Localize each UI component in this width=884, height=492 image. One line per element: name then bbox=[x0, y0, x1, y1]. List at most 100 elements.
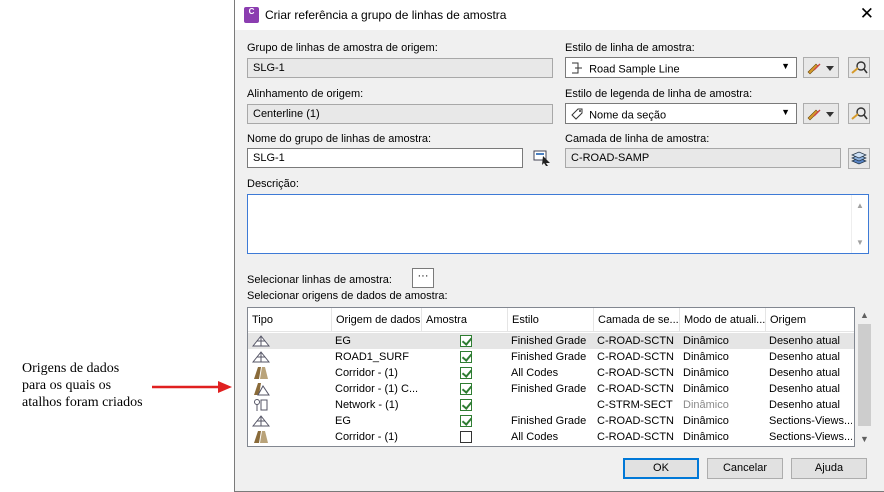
layer-select-button[interactable] bbox=[848, 148, 870, 169]
cell-source: EG bbox=[335, 415, 351, 427]
source-group-field: SLG-1 bbox=[247, 58, 553, 78]
sample-line-style-edit-button[interactable] bbox=[803, 57, 839, 78]
cell-mode: Dinâmico bbox=[683, 351, 729, 363]
table-row[interactable]: ROAD1_SURF Finished Grade C-ROAD-SCTN Dinâm… bbox=[248, 349, 854, 365]
cell-source: EG bbox=[335, 335, 351, 347]
source-alignment-field: Centerline (1) bbox=[247, 104, 553, 124]
cell-origin: Desenho atual bbox=[769, 399, 840, 411]
cell-layer: C-ROAD-SCTN bbox=[597, 383, 674, 395]
cell-style: Finished Grade bbox=[511, 415, 587, 427]
select-lines-label: Selecionar linhas de amostra: bbox=[247, 274, 392, 286]
column-header-layer[interactable]: Camada de se... bbox=[594, 308, 680, 332]
cell-origin: Desenho atual bbox=[769, 383, 840, 395]
column-header-update-mode[interactable]: Modo de atuali... bbox=[680, 308, 766, 332]
create-reference-dialog: C Criar referência a grupo de linhas de … bbox=[234, 0, 884, 492]
cell-mode: Dinâmico bbox=[683, 399, 729, 411]
cell-mode: Dinâmico bbox=[683, 335, 729, 347]
sample-checkbox[interactable] bbox=[460, 431, 472, 443]
chevron-down-icon: ▼ bbox=[781, 107, 790, 117]
group-name-label: Nome do grupo de linhas de amostra: bbox=[247, 133, 432, 145]
sample-checkbox[interactable] bbox=[460, 415, 472, 427]
ok-button[interactable]: OK bbox=[623, 458, 699, 479]
sample-checkbox[interactable] bbox=[460, 335, 472, 347]
column-header-style[interactable]: Estilo bbox=[508, 308, 594, 332]
corridor-icon bbox=[252, 430, 270, 446]
table-row[interactable]: Corridor - (1) All Codes C-ROAD-SCTN Dinâmi… bbox=[248, 429, 854, 445]
description-scrollbar[interactable]: ▲ ▼ bbox=[851, 195, 868, 253]
sample-checkbox[interactable] bbox=[460, 383, 472, 395]
source-group-label: Grupo de linhas de amostra de origem: bbox=[247, 42, 438, 54]
edit-style-icon bbox=[807, 63, 834, 75]
cell-origin: Desenho atual bbox=[769, 351, 840, 363]
sample-line-style-label: Estilo de linha de amostra: bbox=[565, 42, 695, 54]
data-sources-table: Tipo Origem de dados Amostra Estilo Cama… bbox=[247, 307, 855, 447]
cell-layer: C-ROAD-SCTN bbox=[597, 431, 674, 443]
close-icon[interactable]: ✕ bbox=[860, 4, 874, 24]
sample-checkbox[interactable] bbox=[460, 367, 472, 379]
table-row[interactable]: EG Finished Grade C-ROAD-SCTN Dinâmico Desen… bbox=[248, 333, 854, 349]
label-style-icon bbox=[570, 107, 586, 124]
sample-line-style-value: Road Sample Line bbox=[589, 63, 680, 76]
table-row[interactable]: Corridor - (1) All Codes C-ROAD-SCTN Dinâmi… bbox=[248, 365, 854, 381]
table-scrollbar[interactable]: ▲ ▼ bbox=[856, 308, 873, 446]
annotation-line-3: atalhos foram criados bbox=[22, 395, 143, 410]
column-header-sample[interactable]: Amostra bbox=[422, 308, 508, 332]
label-style-edit-button[interactable] bbox=[803, 103, 839, 124]
cell-origin: Sections-Views... bbox=[769, 415, 852, 427]
layer-field: C-ROAD-SAMP bbox=[565, 148, 841, 168]
cell-origin: Desenho atual bbox=[769, 367, 840, 379]
layer-label: Camada de linha de amostra: bbox=[565, 133, 710, 145]
cell-mode: Dinâmico bbox=[683, 415, 729, 427]
cell-layer: C-STRM-SECT bbox=[597, 399, 673, 411]
group-name-input[interactable]: SLG-1 bbox=[247, 148, 523, 168]
cell-style: Finished Grade bbox=[511, 335, 587, 347]
cell-source: Corridor - (1) bbox=[335, 431, 398, 443]
cell-mode: Dinâmico bbox=[683, 367, 729, 379]
cell-origin: Desenho atual bbox=[769, 335, 840, 347]
help-button[interactable]: Ajuda bbox=[791, 458, 867, 479]
source-alignment-label: Alinhamento de origem: bbox=[247, 88, 364, 100]
layers-icon bbox=[851, 151, 867, 165]
magnifier-icon bbox=[851, 61, 868, 74]
scroll-thumb[interactable] bbox=[858, 324, 871, 426]
scroll-up-icon[interactable]: ▲ bbox=[860, 310, 869, 320]
pick-from-drawing-icon bbox=[533, 150, 550, 166]
app-icon-letter: C bbox=[248, 7, 255, 16]
label-style-browse-button[interactable] bbox=[848, 103, 870, 124]
cell-layer: C-ROAD-SCTN bbox=[597, 335, 674, 347]
description-textarea[interactable]: ▲ ▼ bbox=[247, 194, 869, 254]
table-row[interactable]: EG Finished Grade C-ROAD-SCTN Dinâmico Secti… bbox=[248, 413, 854, 429]
column-header-type[interactable]: Tipo bbox=[248, 308, 332, 332]
column-header-origin[interactable]: Origem bbox=[766, 308, 854, 332]
sample-checkbox[interactable] bbox=[460, 351, 472, 363]
civil3d-app-icon: C bbox=[244, 7, 259, 23]
sample-line-style-browse-button[interactable] bbox=[848, 57, 870, 78]
table-row[interactable]: Corridor - (1) C... Finished Grade C-ROAD-… bbox=[248, 381, 854, 397]
table-header: Tipo Origem de dados Amostra Estilo Cama… bbox=[248, 308, 854, 332]
cell-style: All Codes bbox=[511, 367, 559, 379]
table-row[interactable]: Network - (1) C-STRM-SECT Dinâmico Desenho … bbox=[248, 397, 854, 413]
scroll-down-icon[interactable]: ▼ bbox=[860, 434, 869, 444]
annotation-arrow-icon bbox=[152, 381, 232, 393]
sample-checkbox[interactable] bbox=[460, 399, 472, 411]
cell-mode: Dinâmico bbox=[683, 383, 729, 395]
cancel-button[interactable]: Cancelar bbox=[707, 458, 783, 479]
cell-origin: Sections-Views... bbox=[769, 431, 852, 443]
label-style-dropdown[interactable]: Nome da seção ▼ bbox=[565, 103, 797, 124]
label-style-label: Estilo de legenda de linha de amostra: bbox=[565, 88, 753, 100]
label-style-value: Nome da seção bbox=[589, 109, 667, 122]
title-bar: C Criar referência a grupo de linhas de … bbox=[235, 0, 884, 30]
annotation-line-1: Origens de dados bbox=[22, 361, 120, 376]
sample-line-style-dropdown[interactable]: Road Sample Line ▼ bbox=[565, 57, 797, 78]
cell-style: All Codes bbox=[511, 431, 559, 443]
scroll-up-icon: ▲ bbox=[856, 201, 864, 210]
cell-layer: C-ROAD-SCTN bbox=[597, 367, 674, 379]
scroll-down-icon: ▼ bbox=[856, 238, 864, 247]
select-lines-button[interactable]: ··· bbox=[412, 268, 434, 288]
column-header-source[interactable]: Origem de dados bbox=[332, 308, 422, 332]
cell-style bbox=[508, 397, 594, 413]
cell-style: Finished Grade bbox=[511, 351, 587, 363]
magnifier-icon bbox=[851, 107, 868, 120]
sample-line-style-icon bbox=[570, 61, 586, 78]
pick-name-button[interactable] bbox=[531, 147, 553, 168]
